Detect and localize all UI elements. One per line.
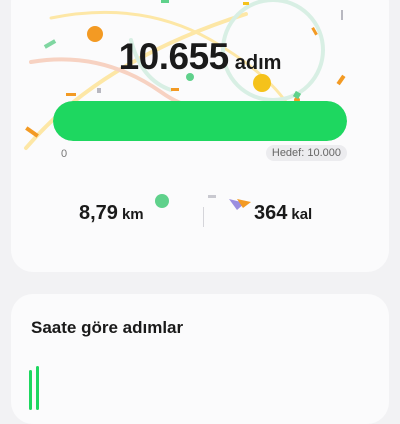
confetti-piece [97,88,101,93]
stats-divider [203,207,204,227]
progress-scale-min: 0 [61,148,68,160]
distance-unit: km [121,206,144,223]
calories-unit: kal [291,206,313,223]
confetti-piece [171,88,179,91]
confetti-piece [292,90,302,100]
hourly-steps-title: Saate göre adımlar [31,318,184,337]
confetti-piece [311,27,318,36]
goal-label: Hedef: 10.000 [271,147,341,159]
confetti-piece [243,2,249,5]
confetti-piece [341,10,343,20]
confetti-piece [25,126,39,138]
hourly-bar [36,366,39,410]
step-progress-bar [53,101,347,141]
step-count: 10.655 adım [11,36,389,78]
calories-value: 364 [254,202,288,224]
distance-value: 8,79 [79,202,118,224]
step-count-unit: adım [234,52,282,74]
hourly-steps-card[interactable]: Saate göre adımlar [11,294,389,424]
confetti-piece [161,0,169,3]
distance-stat: 8,79 km [79,202,144,225]
step-count-value: 10.655 [118,36,230,77]
goal-chip[interactable]: Hedef: 10.000 [265,145,347,161]
hourly-bar [29,370,32,410]
confetti-piece [208,195,216,198]
activity-stats: 8,79 km 364 kal [11,202,389,234]
daily-steps-card[interactable]: 10.655 adım 0 Hedef: 10.000 8,79 km 364 kal [11,0,389,272]
calories-stat: 364 kal [254,202,312,225]
confetti-piece [66,93,76,96]
step-progress-fill [53,101,347,141]
